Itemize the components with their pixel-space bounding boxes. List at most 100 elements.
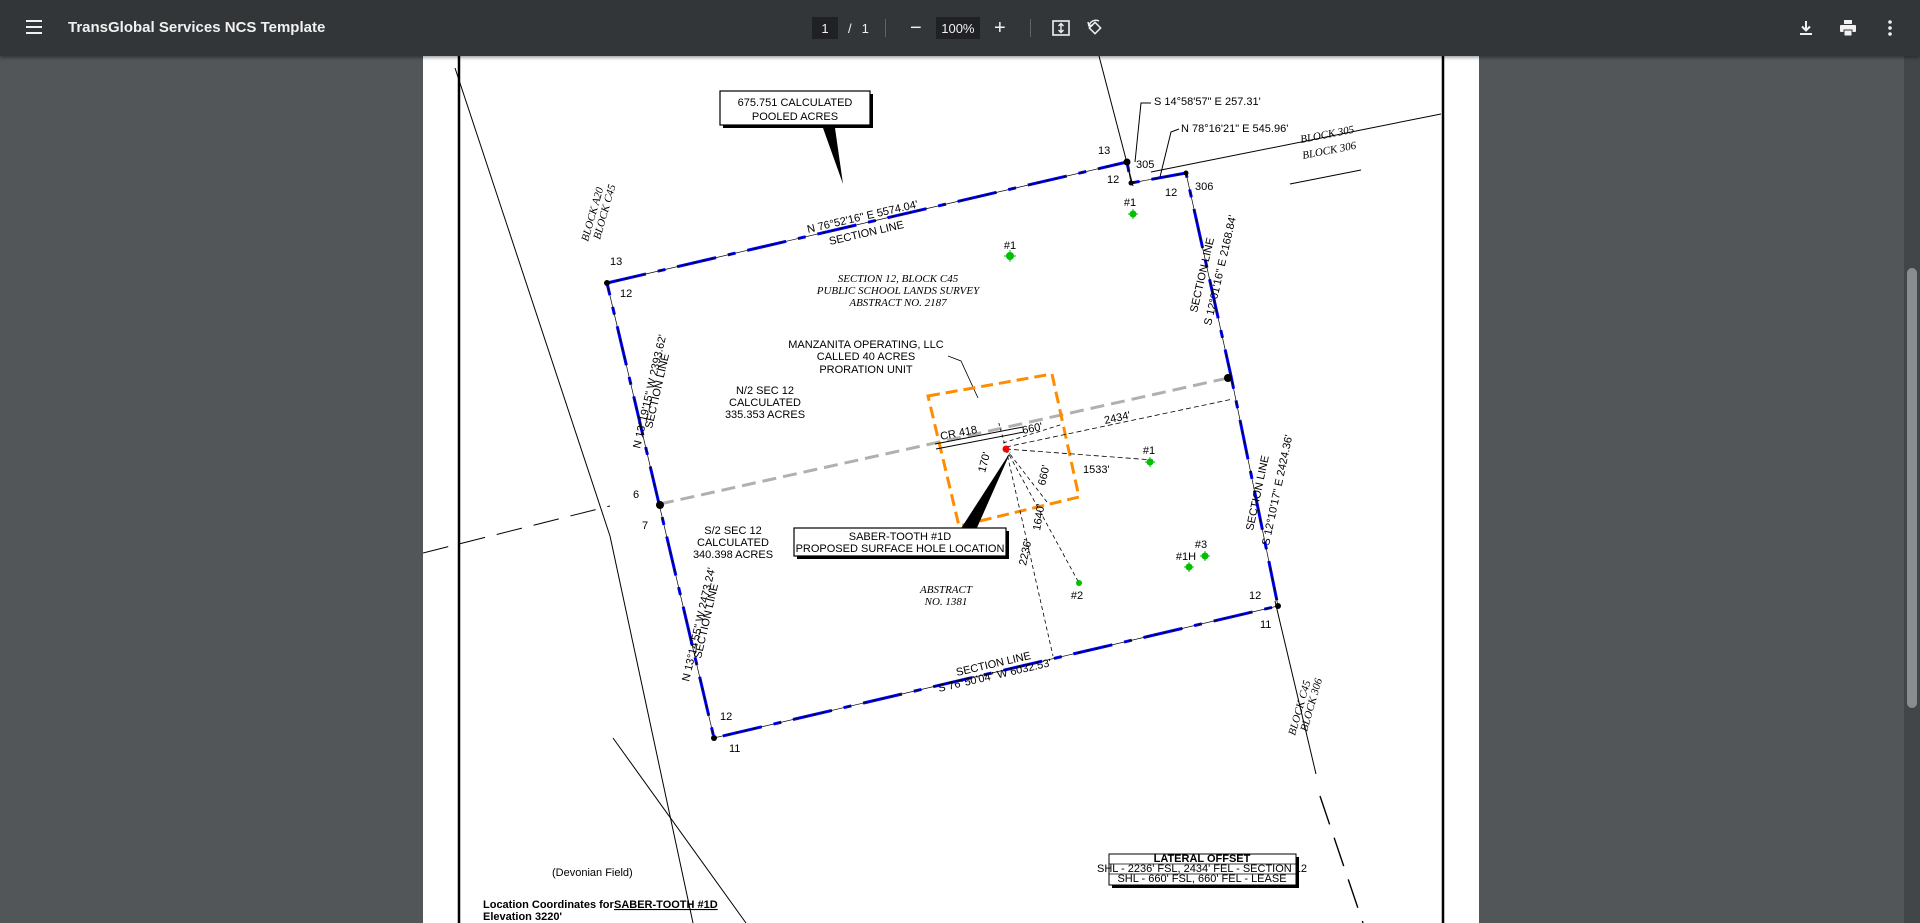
north-half-line2: CALCULATED xyxy=(729,397,801,409)
south-half-line2: CALCULATED xyxy=(697,537,769,549)
south-half-line1: S/2 SEC 12 xyxy=(704,525,761,537)
dim-170 xyxy=(997,419,1007,450)
pdf-page: 675.751 CALCULATED POOLED ACRES S 14°58'… xyxy=(423,56,1479,923)
well-marker xyxy=(1184,562,1194,572)
block-divider xyxy=(1289,169,1362,185)
corner-label: 306 xyxy=(1195,181,1213,193)
toolbar-actions xyxy=(1792,14,1904,42)
corner-label: 13 xyxy=(610,256,622,268)
well-label: #1 xyxy=(1124,197,1136,209)
section-boundary-thin xyxy=(606,161,1279,739)
corner-marker xyxy=(604,280,610,286)
scrollbar[interactable] xyxy=(1904,56,1920,923)
bearing-s14: S 14°58'57" E 257.31' xyxy=(1154,96,1261,108)
scrollbar-thumb[interactable] xyxy=(1907,268,1917,708)
location-well: SABER-TOOTH #1D xyxy=(614,899,718,911)
corner-label: 305 xyxy=(1136,159,1154,171)
dim-1533-label: 1533' xyxy=(1083,464,1110,476)
dim-660-h-label: 660' xyxy=(1021,421,1044,437)
corner-marker xyxy=(711,735,717,741)
fit-page-icon[interactable] xyxy=(1047,14,1075,42)
offset-row2: SHL - 660' FSL, 660' FEL - LEASE xyxy=(1117,873,1286,885)
pooled-label-line2: POOLED ACRES xyxy=(752,111,838,123)
survey-line2: PUBLIC SCHOOL LANDS SURVEY xyxy=(816,285,981,297)
location-prefix: Location Coordinates for xyxy=(483,899,615,911)
corner-label: 6 xyxy=(633,489,639,501)
unit-line2: CALLED 40 ACRES xyxy=(817,351,915,363)
corner-marker xyxy=(656,501,664,509)
survey-line-southwest xyxy=(423,505,611,554)
north-half-line3: 335.353 ACRES xyxy=(725,409,805,421)
dim-660-v-label: 660' xyxy=(1036,464,1052,487)
section-boundary xyxy=(605,160,1280,740)
well-label: #2 xyxy=(1071,590,1083,602)
corner-label: 12 xyxy=(620,288,632,300)
unit-line1: MANZANITA OPERATING, LLC xyxy=(788,339,944,351)
east-line-bearing-2: S 12°10'17" E 2424.36' xyxy=(1260,434,1295,547)
well-marker xyxy=(1128,209,1138,219)
corner-label: 12 xyxy=(1107,174,1119,186)
pooled-label-line1: 675.751 CALCULATED xyxy=(738,97,853,109)
dim-2434-label: 2434' xyxy=(1103,410,1131,427)
zoom-in-button[interactable]: + xyxy=(986,14,1014,42)
well-label: #1H xyxy=(1176,551,1196,563)
document-title: TransGlobal Services NCS Template xyxy=(68,19,326,36)
corner-marker xyxy=(1224,374,1232,382)
well-marker xyxy=(1145,457,1155,467)
survey-line1: SECTION 12, BLOCK C45 xyxy=(838,273,959,285)
plat-drawing: 675.751 CALCULATED POOLED ACRES S 14°58'… xyxy=(423,56,1445,923)
rotate-icon[interactable] xyxy=(1081,14,1109,42)
corner-label: 11 xyxy=(1260,619,1271,631)
toolbar-divider xyxy=(1029,19,1031,37)
corner-label: 12 xyxy=(720,711,732,723)
print-icon[interactable] xyxy=(1834,14,1862,42)
bearing-n78: N 78°16'21" E 545.96' xyxy=(1181,123,1288,135)
pooled-acres-callout: 675.751 CALCULATED POOLED ACRES xyxy=(719,90,873,184)
abstract-line1: ABSTRACT xyxy=(919,584,973,596)
survey-line3: ABSTRACT NO. 2187 xyxy=(848,297,947,309)
zoom-input[interactable] xyxy=(935,17,980,39)
corner-label: 7 xyxy=(642,520,648,532)
dim-170-label: 170' xyxy=(976,451,993,474)
corner-label: 13 xyxy=(1098,145,1110,157)
shl-line1: SABER-TOOTH #1D xyxy=(849,531,952,543)
menu-icon[interactable] xyxy=(20,16,48,40)
corner-label: 11 xyxy=(729,743,740,755)
page-separator: / xyxy=(848,20,852,36)
abstract-line2: NO. 1381 xyxy=(924,596,968,608)
south-half-line3: 340.398 ACRES xyxy=(693,549,773,561)
corner-marker xyxy=(1128,180,1134,186)
road-label: CR 418 xyxy=(939,424,978,443)
well-label: #3 xyxy=(1195,539,1207,551)
zoom-out-button[interactable]: − xyxy=(902,14,930,42)
north-half-line1: N/2 SEC 12 xyxy=(736,385,794,397)
corner-label: 12 xyxy=(1249,590,1261,602)
dim-2236-label: 2236' xyxy=(1017,538,1034,566)
page-controls: / 1 − + xyxy=(812,15,1109,41)
toolbar-divider xyxy=(884,19,886,37)
elevation-label: Elevation 3220' xyxy=(483,911,562,923)
more-vert-icon[interactable] xyxy=(1876,14,1904,42)
survey-line-southwest-lower xyxy=(612,737,747,923)
corner-label: 12 xyxy=(1165,187,1177,199)
leader-s14 xyxy=(1134,102,1151,163)
download-icon[interactable] xyxy=(1792,14,1820,42)
corner-marker xyxy=(1275,603,1281,609)
field-label: (Devonian Field) xyxy=(552,867,633,879)
well-label: #1 xyxy=(1004,240,1016,252)
shl-line2: PROPOSED SURFACE HOLE LOCATION xyxy=(796,543,1005,555)
shl-marker xyxy=(1002,445,1010,453)
dim-1533 xyxy=(1005,448,1154,461)
page-total: 1 xyxy=(861,20,869,36)
page-number-input[interactable] xyxy=(812,17,838,39)
unit-line3: PRORATION UNIT xyxy=(819,364,913,376)
well-marker xyxy=(1200,551,1210,561)
corner-marker xyxy=(1183,170,1189,176)
survey-line-east-dashed xyxy=(1319,795,1364,923)
well-marker xyxy=(1076,580,1082,586)
pdf-toolbar: TransGlobal Services NCS Template / 1 − … xyxy=(0,0,1920,56)
lateral-offset-table: LATERAL OFFSET SHL - 2236' FSL, 2434' FE… xyxy=(1097,853,1307,888)
well-label: #1 xyxy=(1143,445,1155,457)
survey-line-west xyxy=(454,67,611,537)
corner-marker xyxy=(1123,158,1131,166)
